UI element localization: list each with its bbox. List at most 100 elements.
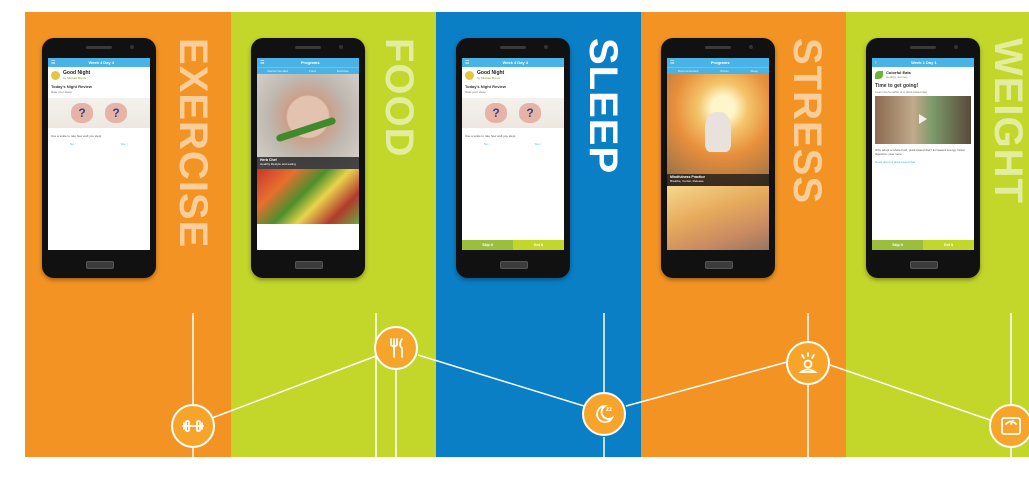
stress-panel: ☰ Programs Recommended Stress Sleep Mind… — [641, 12, 846, 457]
phone-camera — [544, 45, 548, 49]
action-bar: Skip it Got it — [462, 240, 564, 250]
answer-row: No Yes — [48, 140, 150, 148]
question-hand-icon: ? — [71, 103, 93, 123]
question-text: Use a scale to rate how well you slept — [51, 134, 102, 138]
phone-screen: ☰ Week 4 Day 4 Good Night by Michael Bre… — [48, 58, 150, 250]
section-subtitle: Rate your sleep — [51, 90, 73, 94]
phone-sleep: ☰ Week 4 Day 4 Good Night by Michael Bre… — [456, 38, 570, 278]
tab-bar: Recommended Stress Sleep — [667, 67, 769, 74]
program-photo[interactable]: Mindfulness Practice Breathe, Center, Re… — [667, 74, 769, 186]
tab-exercise[interactable]: Exercise — [337, 69, 349, 73]
sunset-photo[interactable] — [667, 186, 769, 250]
phone-screen: ‹ Week 1 Day 1 Colorful Eats Healthy Jou… — [872, 58, 974, 250]
fork-knife-icon — [390, 338, 403, 358]
weight-panel: ‹ Week 1 Day 1 Colorful Eats Healthy Jou… — [846, 12, 1029, 457]
vegetables-photo[interactable] — [257, 169, 359, 224]
program-photo[interactable]: Herb Chef Healthy lifestyle and eating — [257, 74, 359, 169]
moon-icon — [465, 70, 474, 80]
answer-yes[interactable]: Yes — [120, 142, 128, 146]
screen-title: Week 1 Day 1 — [911, 60, 937, 65]
answer-row: No Yes — [462, 140, 564, 148]
play-icon[interactable] — [919, 114, 927, 124]
answer-yes[interactable]: Yes — [534, 142, 542, 146]
home-button — [910, 261, 938, 269]
phone-camera — [339, 45, 343, 49]
moon-zzz-icon: zz — [596, 405, 615, 423]
tab-stress[interactable]: Stress — [720, 69, 729, 73]
question-hand-icon: ? — [485, 103, 507, 123]
exercise-panel: ☰ Week 4 Day 4 Good Night by Michael Bre… — [25, 12, 231, 457]
card-header: Good Night by Michael Breus — [462, 67, 564, 83]
question-image: ? ? — [48, 98, 150, 128]
phone-speaker — [86, 46, 112, 49]
phone-speaker — [295, 46, 321, 49]
card-subtitle: by Michael Breus — [63, 76, 87, 80]
program-caption: Mindfulness Practice Breathe, Center, Re… — [667, 174, 769, 186]
weight-node — [989, 404, 1029, 448]
skip-button[interactable]: Skip it — [462, 240, 513, 250]
home-button — [500, 261, 528, 269]
sleep-panel: ☰ Week 4 Day 4 Good Night by Michael Bre… — [436, 12, 641, 457]
answer-no[interactable]: No — [484, 142, 491, 146]
panel-label-stress: STRESS — [785, 38, 829, 205]
video-thumbnail[interactable] — [875, 96, 971, 144]
phone-camera — [749, 45, 753, 49]
alarm-person-icon — [798, 352, 818, 373]
tab-bar: Recommended Food Exercise — [257, 67, 359, 74]
food-node — [374, 326, 418, 370]
card-subtitle: by Michael Breus — [477, 76, 501, 80]
phone-speaker — [705, 46, 731, 49]
phone-stress: ☰ Programs Recommended Stress Sleep Mind… — [661, 38, 775, 278]
panel-label-exercise: EXERCISE — [171, 38, 215, 249]
phone-screen: ☰ Programs Recommended Stress Sleep Mind… — [667, 58, 769, 250]
body-text: Why adopt a whole food, plant-based diet… — [875, 148, 966, 156]
question-hand-icon: ? — [105, 103, 127, 123]
skip-button[interactable]: Skip it — [872, 240, 923, 250]
meditating-person-image — [705, 112, 731, 152]
screen-title: Programs — [300, 60, 320, 65]
home-button — [86, 261, 114, 269]
panel-label-food: FOOD — [377, 38, 421, 158]
app-bar: ☰ Programs — [257, 58, 359, 67]
tab-recommended[interactable]: Recommended — [268, 69, 288, 73]
question-image: ? ? — [462, 98, 564, 128]
pepper-image — [275, 116, 337, 143]
phone-exercise: ☰ Week 4 Day 4 Good Night by Michael Bre… — [42, 38, 156, 278]
app-bar: ☰ Week 4 Day 4 — [462, 58, 564, 67]
question-text: Use a scale to rate how well you slept — [465, 134, 516, 138]
section-title: Today's Night Review — [465, 84, 506, 89]
phone-food: ☰ Programs Recommended Food Exercise Her… — [251, 38, 365, 278]
section-title: Today's Night Review — [51, 84, 92, 89]
tab-sleep[interactable]: Sleep — [750, 69, 758, 73]
section-subtitle: Rate your sleep — [465, 90, 487, 94]
screen-title: Programs — [710, 60, 730, 65]
got-it-button[interactable]: Got it — [923, 240, 974, 250]
stress-node — [786, 341, 830, 385]
phone-screen: ☰ Programs Recommended Food Exercise Her… — [257, 58, 359, 250]
panel-label-weight: WEIGHT — [986, 38, 1029, 204]
screen-title: Week 4 Day 4 — [88, 60, 114, 65]
card-header: Good Night by Michael Breus — [48, 67, 150, 83]
phone-speaker — [500, 46, 526, 49]
tab-food[interactable]: Food — [309, 69, 316, 73]
read-more-link[interactable]: Read about a plant-based diet — [872, 158, 974, 166]
phone-camera — [954, 45, 958, 49]
phone-weight: ‹ Week 1 Day 1 Colorful Eats Healthy Jou… — [866, 38, 980, 278]
question-hand-icon: ? — [519, 103, 541, 123]
app-bar: ☰ Programs — [667, 58, 769, 67]
phone-screen: ☰ Week 4 Day 4 Good Night by Michael Bre… — [462, 58, 564, 250]
moon-icon — [51, 70, 60, 80]
caption-subtitle: Healthy lifestyle and eating — [260, 162, 296, 166]
brand-row: Colorful Eats Healthy Journey — [872, 67, 974, 82]
screen-title: Week 4 Day 4 — [502, 60, 528, 65]
section-heading: Time to get going! — [875, 83, 919, 89]
got-it-button[interactable]: Got it — [513, 240, 564, 250]
brand-subtitle: Healthy Journey — [886, 75, 908, 79]
tab-recommended[interactable]: Recommended — [678, 69, 698, 73]
app-bar: ☰ Week 4 Day 4 — [48, 58, 150, 67]
home-button — [705, 261, 733, 269]
program-caption: Herb Chef Healthy lifestyle and eating — [257, 157, 359, 169]
answer-no[interactable]: No — [70, 142, 77, 146]
home-button — [295, 261, 323, 269]
exercise-node — [171, 404, 215, 448]
